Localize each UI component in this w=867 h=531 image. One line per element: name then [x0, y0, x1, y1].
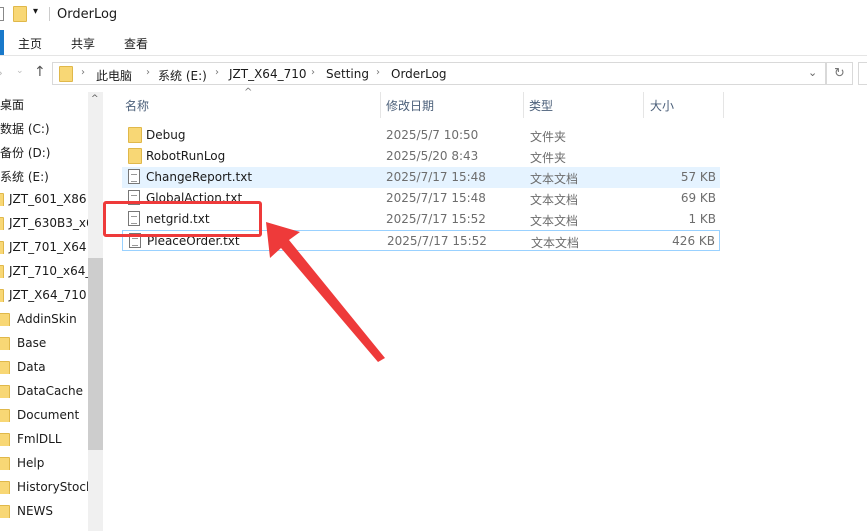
annotation-arrow — [266, 222, 385, 362]
red-arrow-icon — [266, 222, 385, 362]
